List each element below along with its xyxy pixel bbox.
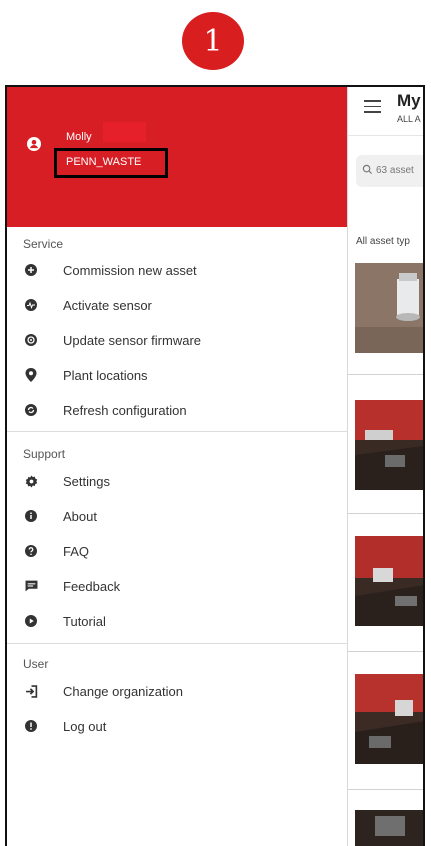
location-pin-icon [25,368,37,382]
asset-thumbnail[interactable] [355,674,423,764]
menu-item-label: Change organization [63,683,183,699]
menu-item-plant-locations[interactable]: Plant locations [23,362,148,388]
phone-screen: Molly PENN_WASTE Service Commission new … [5,85,425,846]
drawer-header: Molly PENN_WASTE [7,87,347,227]
page-title: My [397,91,421,110]
menu-item-feedback[interactable]: Feedback [23,573,120,599]
menu-item-log-out[interactable]: Log out [23,713,106,739]
navigation-drawer: Molly PENN_WASTE Service Commission new … [7,87,348,846]
hamburger-menu-icon[interactable] [364,100,381,114]
asset-thumbnail[interactable] [355,263,423,353]
name-redaction [103,122,146,142]
asset-photo-sensor [355,263,423,353]
main-content: My ALL A 63 asset All asset typ [348,87,423,846]
menu-item-settings[interactable]: Settings [23,468,110,494]
plus-circle-icon [25,264,37,276]
asset-type-filter[interactable]: All asset typ [356,236,410,247]
page-subtitle: ALL A [397,114,421,124]
gear-icon [25,475,37,487]
asset-photo-machine [355,400,423,490]
menu-item-label: About [63,508,97,524]
menu-item-label: Tutorial [63,613,106,629]
card-divider [348,513,423,514]
menu-item-faq[interactable]: FAQ [23,538,89,564]
menu-item-label: Refresh configuration [63,402,187,418]
menu-item-commission-new-asset[interactable]: Commission new asset [23,257,197,283]
info-icon [25,510,37,522]
question-icon [25,545,37,557]
step-number-badge: 1 [182,12,244,70]
card-divider [348,651,423,652]
menu-item-change-organization[interactable]: Change organization [23,678,183,704]
section-title-service: Service [23,237,64,251]
asset-photo-machine [355,536,423,626]
account-icon [27,137,41,151]
feedback-icon [25,580,37,592]
menu-item-activate-sensor[interactable]: Activate sensor [23,292,152,318]
menu-item-label: Settings [63,473,110,489]
sync-icon [25,404,37,416]
section-title-support: Support [23,447,66,461]
card-divider [348,789,423,790]
menu-item-update-sensor-firmware[interactable]: Update sensor firmware [23,327,201,353]
menu-item-label: Plant locations [63,367,148,383]
organization-name[interactable]: PENN_WASTE [66,156,141,168]
section-divider [7,431,347,432]
target-icon [25,334,37,346]
search-icon [362,164,373,175]
switch-org-icon [25,684,37,698]
header-divider [348,135,423,136]
play-icon [25,615,37,627]
menu-item-label: Feedback [63,578,121,594]
asset-photo-machine [355,674,423,764]
user-name: Molly [66,131,92,143]
card-divider [348,374,423,375]
section-divider [7,643,347,644]
asset-thumbnail[interactable] [355,536,423,626]
section-title-user: User [23,657,49,671]
pulse-icon [25,299,37,311]
menu-item-label: Activate sensor [63,297,152,313]
menu-item-refresh-configuration[interactable]: Refresh configuration [23,397,187,423]
logout-icon [25,720,37,732]
menu-item-label: Commission new asset [63,262,197,278]
asset-photo-machine [355,810,423,846]
menu-item-label: Update sensor firmware [63,332,201,348]
asset-search-input[interactable]: 63 asset [356,155,423,187]
menu-item-about[interactable]: About [23,503,97,529]
menu-item-label: FAQ [63,543,90,559]
menu-item-label: Log out [63,718,107,734]
asset-thumbnail[interactable] [355,400,423,490]
menu-item-tutorial[interactable]: Tutorial [23,608,106,634]
search-text: 63 asset [376,165,414,176]
asset-thumbnail[interactable] [355,810,423,846]
